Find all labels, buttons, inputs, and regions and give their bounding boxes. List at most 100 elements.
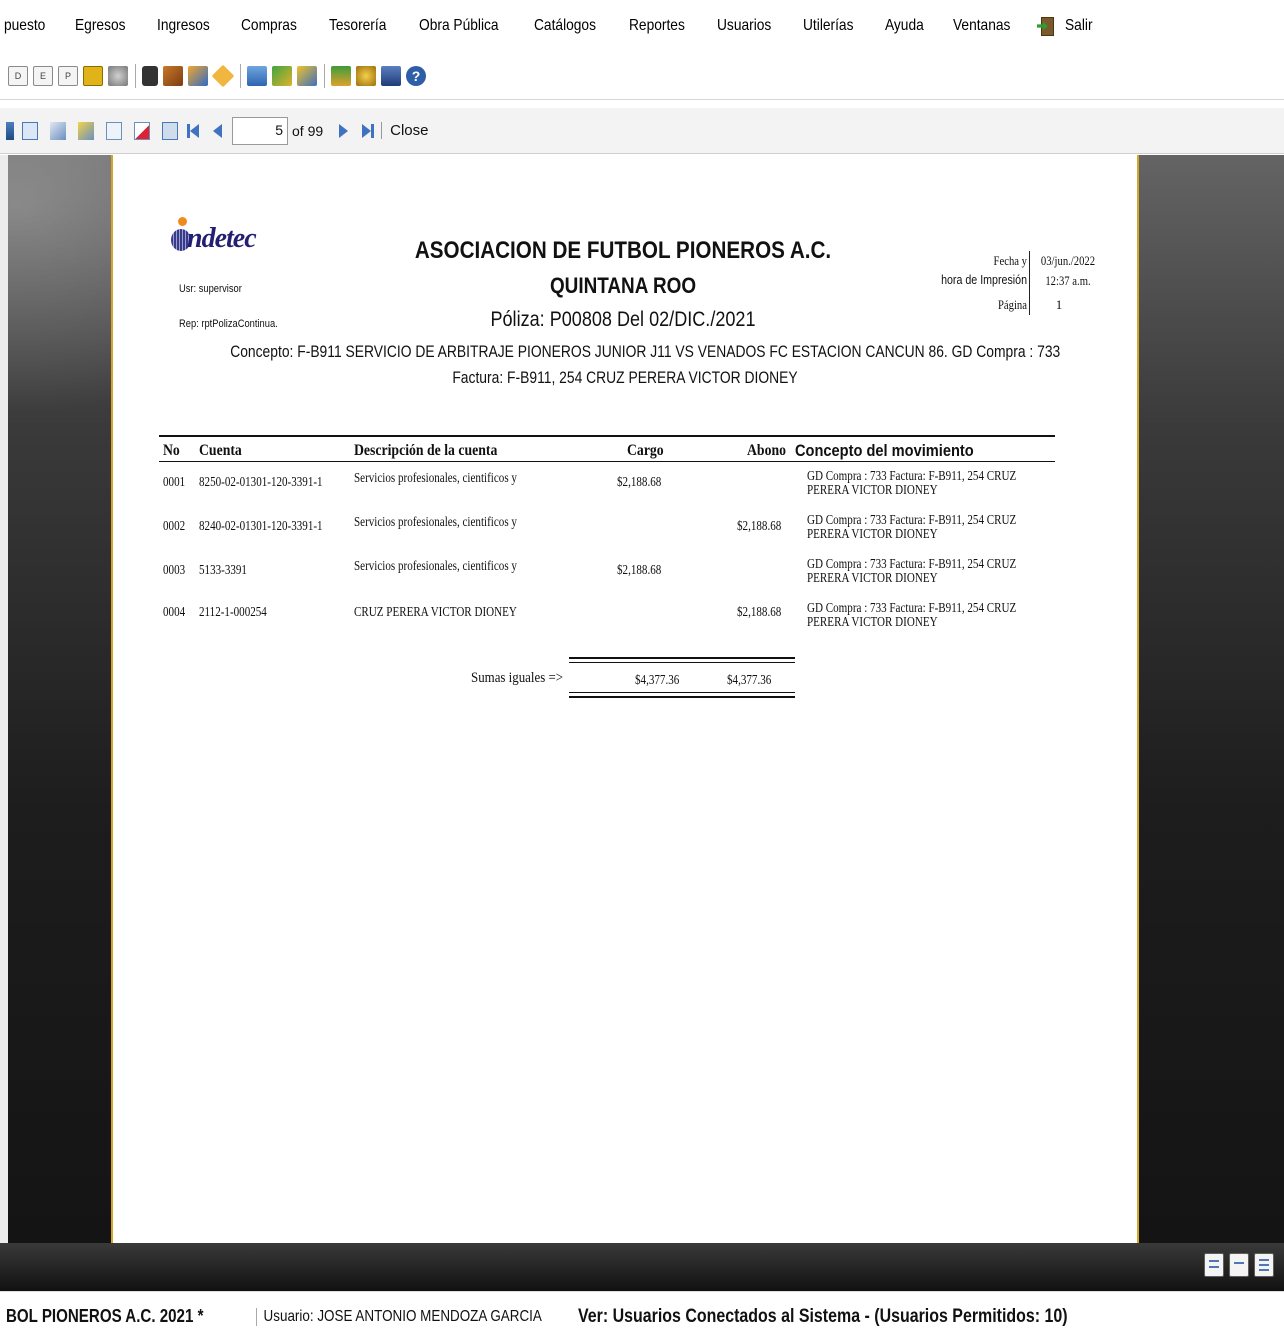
status-bar: BOL PIONEROS A.C. 2021 * Usuario: JOSE A… xyxy=(0,1291,1284,1341)
report-page: ndetec Usr: supervisor Rep: rptPolizaCon… xyxy=(111,155,1139,1243)
col-header-descripcion: Descripción de la cuenta xyxy=(354,442,498,459)
first-page-icon[interactable] xyxy=(190,123,199,138)
col-header-concepto: Concepto del movimiento xyxy=(795,441,974,460)
menu-impuesto[interactable]: puesto xyxy=(4,17,45,35)
user-key-icon[interactable] xyxy=(356,65,376,86)
menu-utilerias[interactable]: Utilerías xyxy=(803,17,853,35)
edit-icon[interactable] xyxy=(163,65,183,86)
menu-compras[interactable]: Compras xyxy=(241,17,297,35)
row1-concepto-line2: PERERA VICTOR DIONEY xyxy=(807,482,938,497)
last-page-icon[interactable] xyxy=(362,123,372,138)
row3-cargo: $2,188.68 xyxy=(617,562,662,577)
close-button[interactable]: Close xyxy=(381,122,429,139)
menu-tesoreria[interactable]: Tesorería xyxy=(329,17,386,35)
zoom-icon[interactable] xyxy=(50,121,66,140)
row3-concepto-line1: GD Compra : 733 Factura: F-B911, 254 CRU… xyxy=(807,556,1017,571)
prev-page-icon[interactable] xyxy=(213,123,222,138)
menu-usuarios[interactable]: Usuarios xyxy=(717,17,771,35)
toolbar-p-button[interactable]: P xyxy=(58,65,78,86)
table-top-rule xyxy=(159,435,1055,437)
row2-concepto-line2: PERERA VICTOR DIONEY xyxy=(807,526,938,541)
next-page-icon[interactable] xyxy=(339,123,349,138)
row4-concepto-line2: PERERA VICTOR DIONEY xyxy=(807,614,938,629)
report-title: ASOCIACION DE FUTBOL PIONEROS A.C. xyxy=(414,237,832,264)
page-setup-icon[interactable] xyxy=(162,121,178,140)
totals-bottom-rule xyxy=(569,692,795,693)
toolbar-separator xyxy=(324,63,325,88)
viewer-bottom-strip xyxy=(0,1243,1284,1291)
tree-toggle-icon[interactable] xyxy=(22,121,38,140)
page-number-input[interactable]: 5 xyxy=(232,116,288,145)
export-icon[interactable] xyxy=(6,121,14,140)
menu-reportes[interactable]: Reportes xyxy=(629,17,685,35)
two-page-view-icon[interactable] xyxy=(1229,1253,1249,1277)
totals-top-rule-2 xyxy=(569,662,795,663)
print-icon[interactable] xyxy=(108,65,128,86)
document-icon[interactable] xyxy=(247,65,267,86)
status-connected-users[interactable]: Ver: Usuarios Conectados al Sistema - (U… xyxy=(578,1306,1068,1328)
main-toolbar: D E P ? xyxy=(0,52,1284,100)
row2-abono: $2,188.68 xyxy=(737,518,782,533)
help-icon[interactable]: ? xyxy=(406,65,426,86)
status-user: Usuario: JOSE ANTONIO MENDOZA GARCIA xyxy=(256,1307,542,1326)
row3-descripcion: Servicios profesionales, cientificos y xyxy=(354,558,517,573)
menu-obra-publica[interactable]: Obra Pública xyxy=(419,17,499,35)
edit-report-icon[interactable] xyxy=(78,121,94,140)
menu-bar: puesto Egresos Ingresos Compras Tesorerí… xyxy=(0,0,1284,52)
continuous-view-icon[interactable] xyxy=(1254,1253,1274,1277)
row3-cuenta: 5133-3391 xyxy=(199,562,247,577)
fecha-value: 03/jun./2022 xyxy=(1040,253,1096,268)
database-icon[interactable] xyxy=(381,65,401,86)
copy-icon[interactable] xyxy=(106,121,122,140)
menu-egresos[interactable]: Egresos xyxy=(75,17,125,35)
close-doc-icon[interactable] xyxy=(134,121,150,140)
menu-ayuda[interactable]: Ayuda xyxy=(885,17,924,35)
sum-abono: $4,377.36 xyxy=(727,672,772,687)
single-page-view-icon[interactable] xyxy=(1204,1253,1224,1277)
row4-no: 0004 xyxy=(163,604,186,619)
header-divider xyxy=(1029,251,1030,315)
exit-button[interactable]: Salir xyxy=(1036,15,1120,37)
concepto-text: Concepto: F-B911 SERVICIO DE ARBITRAJE P… xyxy=(230,343,1061,361)
toolbar-separator xyxy=(135,63,136,88)
package-icon[interactable] xyxy=(211,64,235,87)
clipboard-icon[interactable] xyxy=(142,65,158,86)
row4-cuenta: 2112-1-000254 xyxy=(199,604,267,619)
row2-concepto-line1: GD Compra : 733 Factura: F-B911, 254 CRU… xyxy=(807,512,1017,527)
report-name: Rep: rptPolizaContinua. xyxy=(179,318,278,330)
col-header-cuenta: Cuenta xyxy=(199,442,242,459)
fecha-label: Fecha y xyxy=(993,253,1027,268)
report-user: Usr: supervisor xyxy=(179,283,242,295)
totals-top-rule xyxy=(569,657,795,659)
factura-text: Factura: F-B911, 254 CRUZ PERERA VICTOR … xyxy=(452,369,798,387)
report-viewer-toolbar: 5 of 99 Close xyxy=(0,108,1284,154)
budget-icon[interactable] xyxy=(83,65,103,86)
sumas-label: Sumas iguales => xyxy=(471,670,563,686)
exit-door-icon xyxy=(1036,15,1059,37)
hora-label: hora de Impresión xyxy=(941,272,1027,287)
row3-concepto-line2: PERERA VICTOR DIONEY xyxy=(807,570,938,585)
sum-cargo: $4,377.36 xyxy=(635,672,680,687)
table-header-rule xyxy=(159,461,1055,462)
row4-descripcion: CRUZ PERERA VICTOR DIONEY xyxy=(354,604,517,619)
menu-ingresos[interactable]: Ingresos xyxy=(157,17,210,35)
viewer-left-edge xyxy=(0,155,8,1243)
menu-catalogos[interactable]: Catálogos xyxy=(534,17,596,35)
hora-value: 12:37 a.m. xyxy=(1045,273,1091,288)
search-folder-icon[interactable] xyxy=(297,65,317,86)
exit-label: Salir xyxy=(1064,17,1093,34)
toolbar-d-button[interactable]: D xyxy=(8,65,28,86)
row3-no: 0003 xyxy=(163,562,186,577)
hierarchy-icon[interactable] xyxy=(331,65,351,86)
toolbar-e-button[interactable]: E xyxy=(33,65,53,86)
transfer-icon[interactable] xyxy=(188,65,208,86)
row2-descripcion: Servicios profesionales, cientificos y xyxy=(354,514,517,529)
menu-ventanas[interactable]: Ventanas xyxy=(953,17,1010,35)
row4-concepto-line1: GD Compra : 733 Factura: F-B911, 254 CRU… xyxy=(807,600,1017,615)
poliza-heading: Póliza: P00808 Del 02/DIC./2021 xyxy=(490,308,756,331)
indetec-logo: ndetec xyxy=(169,217,299,263)
row2-no: 0002 xyxy=(163,518,186,533)
col-header-no: No xyxy=(163,442,180,459)
pagina-label: Página xyxy=(997,297,1027,312)
map-icon[interactable] xyxy=(272,65,292,86)
